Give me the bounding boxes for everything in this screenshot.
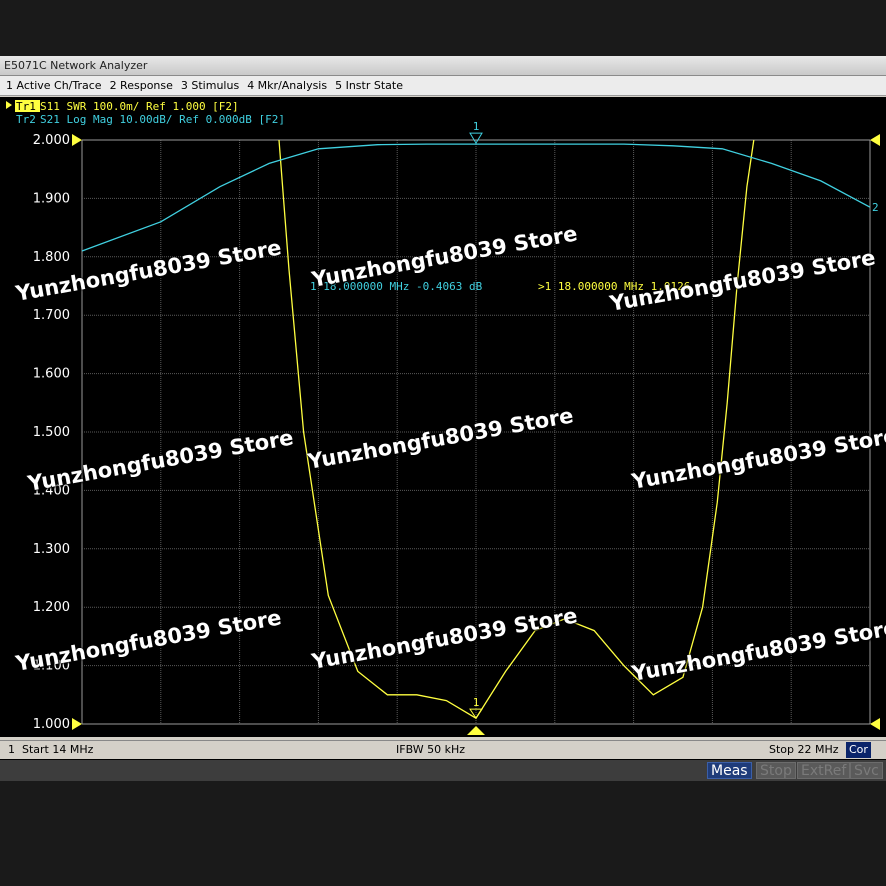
- stop-button[interactable]: Stop: [756, 762, 796, 779]
- y-tick-label: 2.000: [33, 133, 70, 148]
- marker-tr2-icon: [469, 132, 483, 145]
- status-bar: 1 Start 14 MHz IFBW 50 kHz Stop 22 MHz C…: [0, 740, 886, 759]
- extref-button[interactable]: ExtRef: [797, 762, 851, 779]
- marker-tr1-label: 1: [473, 696, 480, 709]
- stop-frequency[interactable]: Stop 22 MHz: [769, 741, 839, 759]
- y-tick-label: 1.800: [33, 250, 70, 265]
- menu-response[interactable]: 2 Response: [108, 76, 179, 95]
- ifbw-value[interactable]: IFBW 50 kHz: [396, 741, 465, 759]
- menu-active-ch-trace[interactable]: 1 Active Ch/Trace: [4, 76, 108, 95]
- channel-number[interactable]: 1: [8, 741, 15, 759]
- ref-level-left-icon: [72, 718, 82, 730]
- menu-instr-state[interactable]: 5 Instr State: [333, 76, 409, 95]
- y-tick-label: 1.500: [33, 425, 70, 440]
- start-frequency[interactable]: Start 14 MHz: [22, 741, 93, 759]
- marker-stimulus-icon: [467, 726, 485, 735]
- window-title: E5071C Network Analyzer: [0, 56, 886, 76]
- menu-stimulus[interactable]: 3 Stimulus: [179, 76, 245, 95]
- active-trace-arrow-icon: [6, 101, 12, 109]
- y-tick-label: 1.000: [33, 717, 70, 732]
- ref-level-right-icon: [870, 134, 880, 146]
- softkey-bar: Meas Stop ExtRef Svc: [0, 759, 886, 781]
- menu-mkr-analysis[interactable]: 4 Mkr/Analysis: [245, 76, 333, 95]
- tr2-tag[interactable]: Tr2: [16, 113, 36, 126]
- marker-tr2-label: 1: [473, 120, 480, 133]
- y-tick-label: 1.300: [33, 542, 70, 557]
- y-tick-label: 1.700: [33, 308, 70, 323]
- svc-button[interactable]: Svc: [850, 762, 883, 779]
- analyzer-window: E5071C Network Analyzer 1 Active Ch/Trac…: [0, 56, 886, 781]
- y-tick-label: 1.900: [33, 191, 70, 206]
- ref-level-left-icon: [72, 134, 82, 146]
- y-tick-label: 1.200: [33, 600, 70, 615]
- tr1-description: S11 SWR 100.0m/ Ref 1.000 [F2]: [40, 100, 239, 113]
- correction-badge: Cor: [846, 742, 871, 758]
- tr2-description: S21 Log Mag 10.00dB/ Ref 0.000dB [F2]: [40, 113, 285, 126]
- y-tick-label: 1.600: [33, 367, 70, 382]
- tr2-end-label: 2: [872, 201, 879, 214]
- ref-level-right-icon: [870, 718, 880, 730]
- tr1-tag[interactable]: Tr1: [16, 100, 36, 113]
- meas-button[interactable]: Meas: [707, 762, 752, 779]
- menu-bar: 1 Active Ch/Trace 2 Response 3 Stimulus …: [0, 76, 886, 96]
